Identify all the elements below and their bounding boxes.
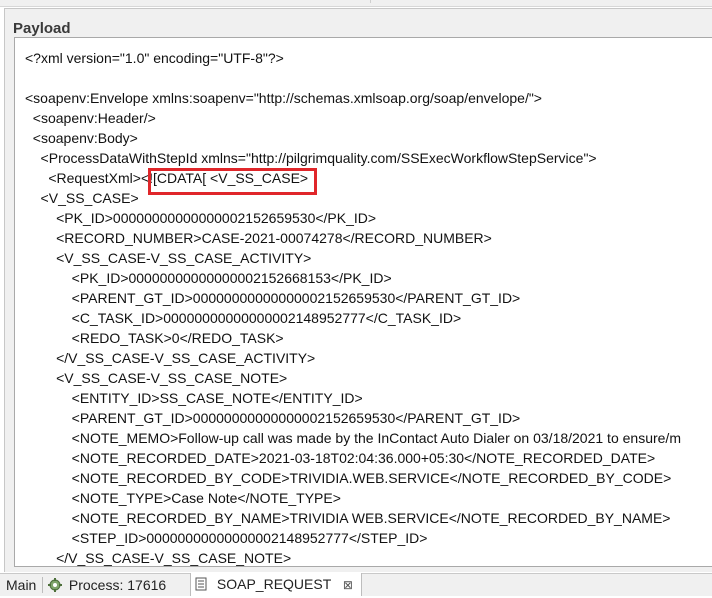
payload-line: <NOTE_MEMO>Follow-up call was made by th…	[25, 430, 681, 446]
payload-line: <PARENT_GT_ID>00000000000000002152659530…	[25, 410, 521, 426]
tab-main-label: Main	[6, 577, 37, 593]
payload-line: <ENTITY_ID>SS_CASE_NOTE</ENTITY_ID>	[25, 390, 363, 406]
payload-line: <V_SS_CASE-V_SS_CASE_ACTIVITY>	[25, 250, 312, 266]
payload-line: <STEP_ID>00000000000000002148952777</STE…	[25, 530, 428, 546]
tab-soap-request[interactable]: SOAP_REQUEST ⊠	[190, 573, 362, 596]
payload-line: <RECORD_NUMBER>CASE-2021-00074278</RECOR…	[25, 230, 492, 246]
tab-soap-label: SOAP_REQUEST	[216, 576, 332, 592]
top-tab-strip	[0, 0, 712, 7]
payload-line: <soapenv:Envelope xmlns:soapenv="http://…	[25, 90, 542, 106]
bottom-tab-bar: Main Process: 17616 SOAP_REQUEST ⊠	[0, 573, 712, 596]
payload-editor[interactable]: <?xml version="1.0" encoding="UTF-8"?> <…	[14, 37, 712, 567]
payload-line: <NOTE_RECORDED_BY_NAME>TRIVIDIA WEB.SERV…	[25, 510, 671, 526]
payload-line: <soapenv:Body>	[25, 130, 138, 146]
close-icon[interactable]: ⊠	[343, 574, 353, 596]
payload-line: <ProcessDataWithStepId xmlns="http://pil…	[25, 150, 597, 166]
tab-process[interactable]: Process: 17616	[48, 574, 166, 596]
payload-line: <C_TASK_ID>00000000000000002148952777</C…	[25, 310, 462, 326]
payload-line: <PK_ID>00000000000000002152668153</PK_ID…	[25, 270, 392, 286]
payload-line: <soapenv:Header/>	[25, 110, 156, 126]
document-icon	[195, 575, 207, 591]
payload-line: </V_SS_CASE-V_SS_CASE_NOTE>	[25, 550, 292, 566]
gear-icon	[48, 576, 62, 592]
payload-line: <V_SS_CASE-V_SS_CASE_NOTE>	[25, 370, 288, 386]
payload-line: <NOTE_RECORDED_BY_CODE>TRIVIDIA.WEB.SERV…	[25, 470, 672, 486]
panel-title: Payload	[13, 20, 71, 37]
payload-line: <V_SS_CASE>	[25, 190, 139, 206]
payload-line: <NOTE_RECORDED_DATE>2021-03-18T02:04:36.…	[25, 450, 656, 466]
tab-process-label: Process: 17616	[68, 577, 167, 593]
tab-main[interactable]: Main	[6, 574, 36, 596]
payload-line: <?xml version="1.0" encoding="UTF-8"?>	[25, 50, 284, 66]
cdata-highlight-box	[148, 168, 317, 195]
tab-divider	[42, 577, 43, 593]
payload-line: <PARENT_GT_ID>00000000000000002152659530…	[25, 290, 521, 306]
payload-line: <PK_ID>00000000000000002152659530</PK_ID…	[25, 210, 377, 226]
top-tab-edge	[0, 0, 371, 3]
payload-line: </V_SS_CASE-V_SS_CASE_ACTIVITY>	[25, 350, 316, 366]
payload-line: <NOTE_TYPE>Case Note</NOTE_TYPE>	[25, 490, 341, 506]
payload-line: <REDO_TASK>0</REDO_TASK>	[25, 330, 284, 346]
